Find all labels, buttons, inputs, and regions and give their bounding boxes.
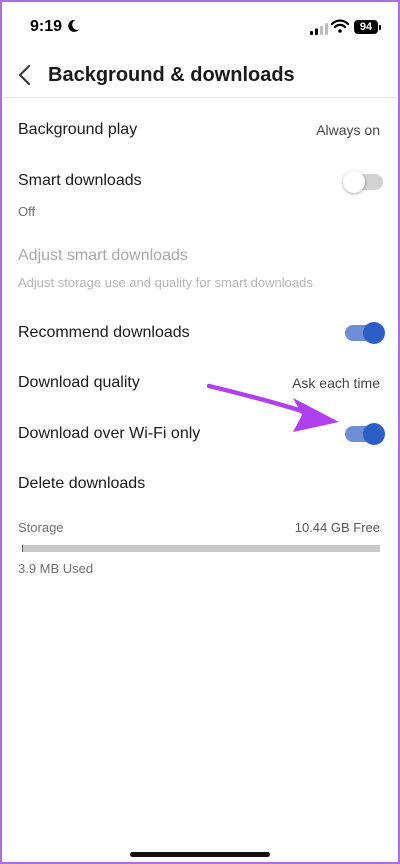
toggle-knob bbox=[363, 423, 385, 445]
smart-downloads-label: Smart downloads bbox=[18, 172, 142, 189]
download-over-wifi-label: Download over Wi-Fi only bbox=[18, 425, 201, 442]
storage-bar bbox=[22, 545, 380, 552]
header: Background & downloads bbox=[2, 52, 398, 98]
toggle-knob bbox=[343, 171, 365, 193]
moon-icon bbox=[68, 19, 80, 37]
adjust-smart-downloads-label: Adjust smart downloads bbox=[18, 247, 188, 264]
status-bar: 9:19 94 bbox=[2, 2, 398, 52]
setting-adjust-smart-downloads: Adjust smart downloads Adjust storage us… bbox=[2, 238, 398, 298]
back-button[interactable] bbox=[14, 60, 38, 90]
storage-used: 3.9 MB Used bbox=[18, 561, 94, 576]
smart-downloads-toggle[interactable] bbox=[343, 171, 383, 193]
background-play-value: Always on bbox=[316, 122, 380, 138]
toggle-knob bbox=[363, 322, 385, 344]
recommend-downloads-toggle[interactable] bbox=[345, 322, 385, 344]
download-over-wifi-toggle[interactable] bbox=[345, 423, 385, 445]
recommend-downloads-label: Recommend downloads bbox=[18, 324, 190, 341]
adjust-smart-downloads-description: Adjust storage use and quality for smart… bbox=[18, 275, 313, 290]
chevron-left-icon bbox=[19, 65, 30, 85]
status-time: 9:19 bbox=[30, 18, 63, 35]
storage-label: Storage bbox=[18, 520, 64, 535]
setting-smart-downloads[interactable]: Smart downloads Off bbox=[2, 162, 398, 224]
smart-downloads-status: Off bbox=[18, 204, 36, 219]
battery-icon: 94 bbox=[354, 20, 378, 34]
cellular-signal-icon bbox=[310, 22, 328, 40]
setting-background-play[interactable]: Background play Always on bbox=[2, 109, 398, 151]
app-screen: 9:19 94 Background & downloads Backgroun… bbox=[2, 2, 398, 862]
setting-delete-downloads[interactable]: Delete downloads bbox=[2, 464, 398, 506]
battery-tip bbox=[379, 25, 381, 30]
home-indicator bbox=[130, 852, 270, 857]
setting-recommend-downloads[interactable]: Recommend downloads bbox=[2, 313, 398, 355]
storage-free: 10.44 GB Free bbox=[294, 520, 380, 535]
delete-downloads-label: Delete downloads bbox=[18, 475, 146, 492]
background-play-label: Background play bbox=[18, 121, 138, 138]
page-title: Background & downloads bbox=[48, 64, 295, 86]
annotation-arrow-icon bbox=[207, 383, 339, 432]
download-quality-label: Download quality bbox=[18, 374, 140, 391]
wifi-icon bbox=[330, 19, 350, 38]
